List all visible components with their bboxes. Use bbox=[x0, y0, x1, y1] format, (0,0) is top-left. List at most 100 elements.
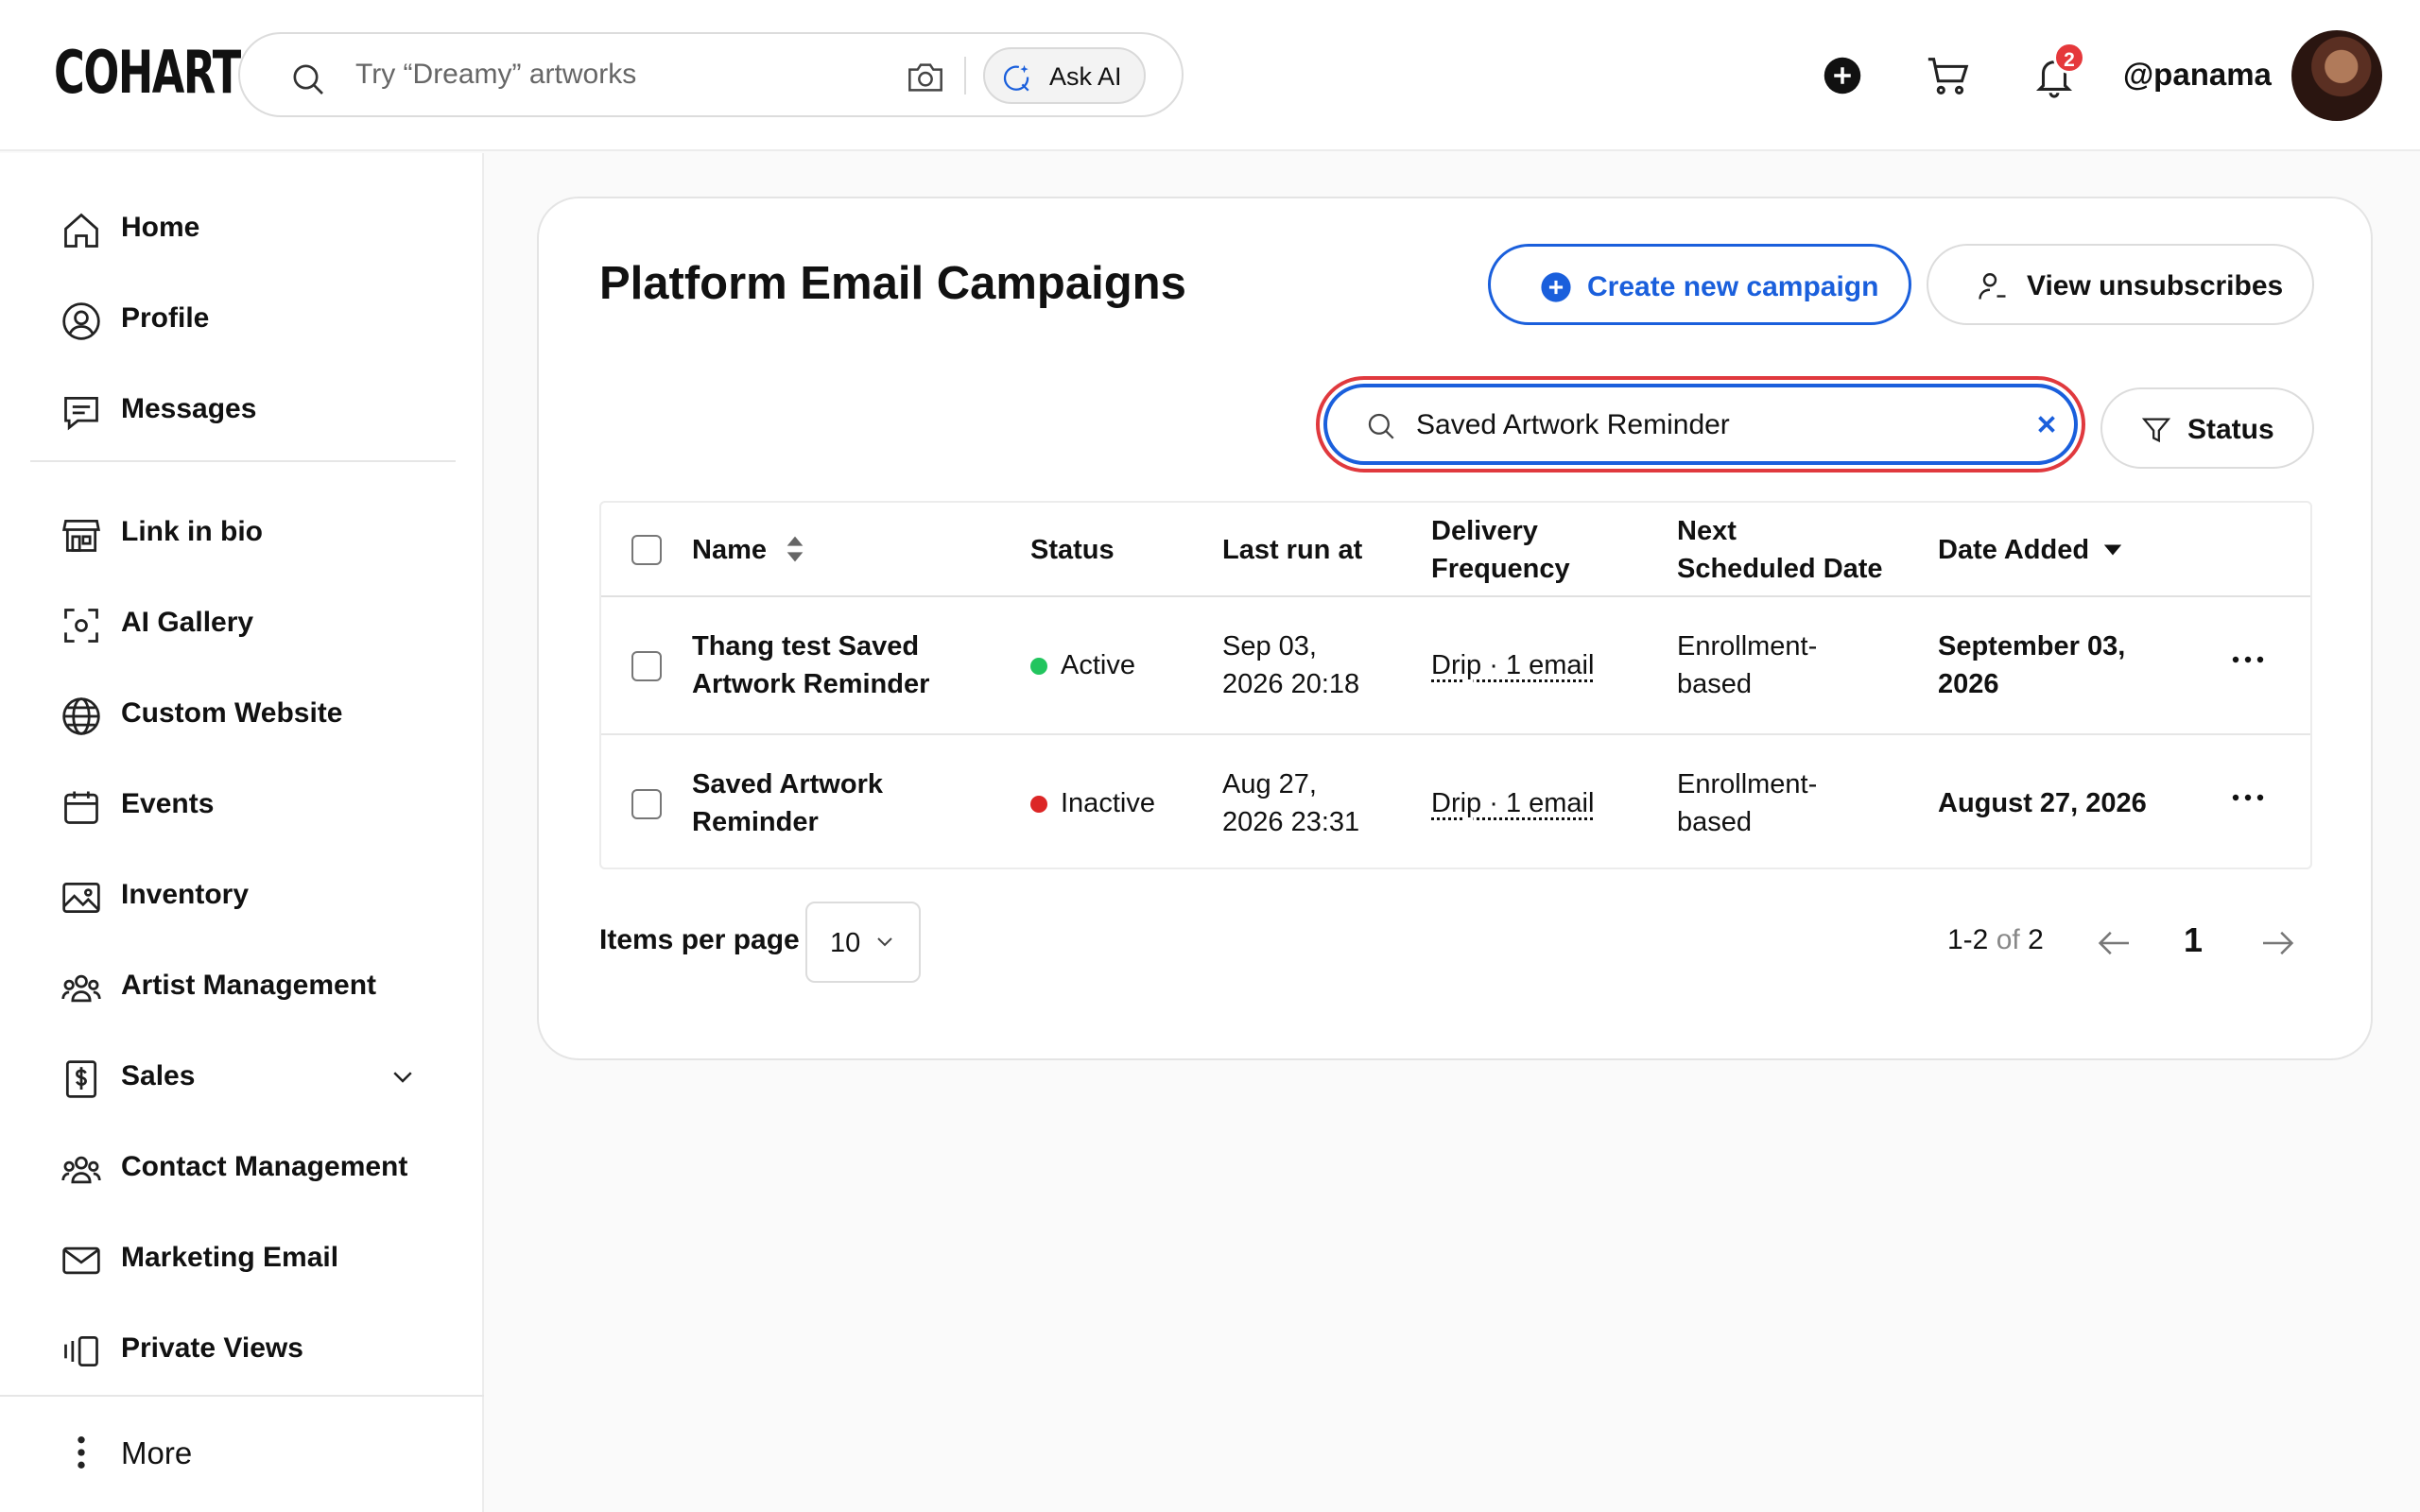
camera-icon[interactable] bbox=[905, 59, 946, 96]
campaign-search-value[interactable]: Saved Artwork Reminder bbox=[1416, 409, 1730, 441]
column-header-status: Status bbox=[1030, 535, 1115, 565]
status-filter-button[interactable]: Status bbox=[2100, 387, 2314, 469]
sidebar-item-private-views[interactable]: Private Views bbox=[60, 1319, 458, 1376]
campaign-name-2[interactable]: Artwork Reminder bbox=[692, 665, 929, 703]
storefront-icon bbox=[61, 519, 101, 552]
ai-scan-icon bbox=[64, 609, 98, 643]
create-campaign-button[interactable]: Create new campaign bbox=[1488, 244, 1911, 325]
global-search-bar[interactable]: Try “Dreamy” artworks Ask AI bbox=[238, 32, 1184, 117]
sidebar-item-messages[interactable]: Messages bbox=[60, 380, 458, 437]
next-scheduled-2: based bbox=[1677, 669, 1753, 699]
globe-icon bbox=[62, 697, 100, 735]
pagination-range-value: 1-2 bbox=[1947, 924, 1989, 955]
next-scheduled-1: Enrollment- bbox=[1677, 769, 1818, 799]
dollar-doc-icon bbox=[65, 1060, 97, 1098]
last-run-1: Sep 03, bbox=[1222, 631, 1317, 662]
row-checkbox[interactable] bbox=[631, 789, 662, 819]
table-row[interactable]: Saved Artwork Reminder Inactive Aug 27, … bbox=[601, 735, 2310, 873]
arrow-left-icon[interactable] bbox=[2095, 928, 2133, 958]
column-header-name[interactable]: Name bbox=[692, 531, 767, 569]
sidebar-item-label: Artist Management bbox=[121, 970, 377, 1001]
search-placeholder[interactable]: Try “Dreamy” artworks bbox=[355, 59, 636, 91]
page-title: Platform Email Campaigns bbox=[599, 258, 1186, 309]
chevron-down-icon bbox=[877, 937, 892, 947]
more-actions-icon[interactable] bbox=[2231, 792, 2265, 803]
slides-icon bbox=[64, 1335, 98, 1367]
cohart-logo[interactable]: COHART bbox=[54, 38, 241, 107]
user-minus-icon bbox=[1979, 273, 2006, 300]
campaign-name-1[interactable]: Saved Artwork bbox=[692, 765, 883, 803]
cart-icon[interactable] bbox=[1925, 53, 1972, 98]
sidebar-item-sales[interactable]: Sales bbox=[60, 1047, 458, 1104]
delivery-frequency-link[interactable]: Drip · 1 email bbox=[1431, 784, 1594, 822]
ai-sparkle-icon bbox=[1003, 64, 1029, 92]
campaigns-card: Platform Email Campaigns Create new camp… bbox=[537, 197, 2373, 1060]
sidebar-item-events[interactable]: Events bbox=[60, 775, 458, 832]
row-checkbox[interactable] bbox=[631, 651, 662, 681]
status-label: Active bbox=[1061, 650, 1135, 680]
sidebar-item-home[interactable]: Home bbox=[60, 198, 458, 255]
pagination-of: of bbox=[1996, 924, 2020, 955]
status-dot-inactive bbox=[1030, 796, 1047, 813]
arrow-right-icon[interactable] bbox=[2259, 928, 2297, 958]
pagination-range: 1-2 of 2 bbox=[1947, 924, 2044, 956]
sidebar-item-label: Sales bbox=[121, 1060, 196, 1091]
more-actions-icon[interactable] bbox=[2231, 654, 2265, 665]
sidebar-item-custom-website[interactable]: Custom Website bbox=[60, 684, 458, 741]
sidebar-item-marketing-email[interactable]: Marketing Email bbox=[60, 1228, 458, 1285]
column-header-delivery-2: Frequency bbox=[1431, 554, 1570, 584]
sidebar-item-contact-management[interactable]: Contact Management bbox=[60, 1138, 458, 1194]
items-per-page-select[interactable]: 10 bbox=[805, 902, 921, 983]
sidebar-item-ai-gallery[interactable]: AI Gallery bbox=[60, 593, 458, 650]
sidebar-item-label: Custom Website bbox=[121, 697, 343, 729]
home-icon bbox=[64, 213, 98, 248]
view-unsubscribes-button[interactable]: View unsubscribes bbox=[1927, 244, 2314, 325]
delivery-frequency-link[interactable]: Drip · 1 email bbox=[1431, 646, 1594, 684]
search-divider bbox=[964, 57, 966, 94]
vertical-dots-icon bbox=[78, 1436, 85, 1469]
column-header-date-added[interactable]: Date Added bbox=[1938, 531, 2089, 569]
campaign-name-1[interactable]: Thang test Saved bbox=[692, 627, 919, 665]
status-dot-active bbox=[1030, 658, 1047, 675]
calendar-icon bbox=[64, 791, 98, 824]
sidebar-item-profile[interactable]: Profile bbox=[60, 289, 458, 346]
table-row[interactable]: Thang test Saved Artwork Reminder Active… bbox=[601, 597, 2310, 735]
avatar[interactable] bbox=[2291, 30, 2382, 121]
username[interactable]: @panama bbox=[2123, 57, 2272, 93]
clear-icon[interactable] bbox=[2032, 410, 2061, 438]
campaign-search-input[interactable]: Saved Artwork Reminder bbox=[1323, 384, 2078, 465]
notification-badge: 2 bbox=[2053, 42, 2085, 74]
sidebar-divider bbox=[30, 460, 456, 462]
sidebar-item-link-in-bio[interactable]: Link in bio bbox=[60, 503, 458, 559]
sidebar-item-label: Contact Management bbox=[121, 1151, 408, 1182]
status-filter-label: Status bbox=[2187, 414, 2274, 445]
sort-icon[interactable] bbox=[785, 535, 805, 563]
next-scheduled-2: based bbox=[1677, 807, 1753, 837]
sort-desc-icon[interactable] bbox=[2102, 542, 2123, 558]
more-label: More bbox=[121, 1435, 193, 1470]
last-run-2: 2026 23:31 bbox=[1222, 807, 1360, 837]
campaign-name-2[interactable]: Reminder bbox=[692, 803, 819, 841]
select-all-checkbox[interactable] bbox=[631, 535, 662, 565]
date-added-2: 2026 bbox=[1938, 669, 1999, 699]
items-per-page-label: Items per page bbox=[599, 924, 800, 955]
add-plus-icon[interactable] bbox=[1823, 56, 1862, 95]
sidebar-more[interactable]: More bbox=[60, 1424, 344, 1481]
date-added-1: August 27, 2026 bbox=[1938, 788, 2147, 818]
ask-ai-button[interactable]: Ask AI bbox=[983, 47, 1146, 104]
sidebar-item-inventory[interactable]: Inventory bbox=[60, 866, 458, 922]
sidebar-divider bbox=[0, 1395, 484, 1397]
campaigns-table: Name Status Last run at Delivery Frequen… bbox=[599, 501, 2312, 869]
sidebar: Home Profile Messages Link in bio AI Gal… bbox=[0, 153, 484, 1512]
chevron-down-icon[interactable] bbox=[387, 1062, 419, 1091]
sidebar-item-label: AI Gallery bbox=[121, 607, 254, 638]
current-page-number[interactable]: 1 bbox=[2184, 920, 2203, 960]
items-per-page-value: 10 bbox=[830, 928, 861, 958]
sidebar-item-label: Marketing Email bbox=[121, 1242, 339, 1273]
search-icon bbox=[1368, 413, 1394, 439]
sidebar-item-label: Private Views bbox=[121, 1332, 303, 1364]
column-header-delivery-1: Delivery bbox=[1431, 516, 1538, 546]
sidebar-item-label: Profile bbox=[121, 302, 210, 334]
sidebar-item-artist-management[interactable]: Artist Management bbox=[60, 956, 458, 1013]
last-run-1: Aug 27, bbox=[1222, 769, 1317, 799]
